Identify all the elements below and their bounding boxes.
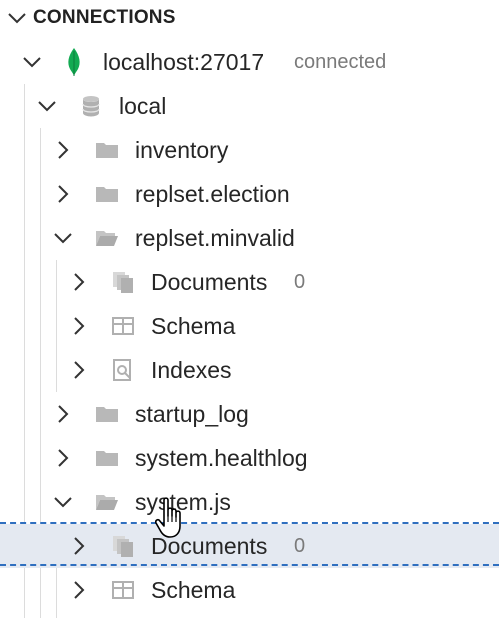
documents-icon <box>113 272 133 293</box>
collection-item-inventory[interactable]: inventory <box>0 128 499 172</box>
database-icon <box>82 96 100 117</box>
collection-name: replset.election <box>135 181 290 207</box>
schema-label: Schema <box>151 313 236 339</box>
folder-icon <box>96 407 118 422</box>
collection-name: startup_log <box>135 401 249 427</box>
connections-section-header[interactable]: CONNECTIONS <box>0 0 499 36</box>
schema-label: Schema <box>151 577 236 603</box>
focus-outline-bottom <box>0 564 499 566</box>
documents-label: Documents <box>151 269 268 295</box>
chevron-down-icon <box>8 13 26 24</box>
folder-icon <box>96 451 118 466</box>
folder-open-icon <box>96 495 118 510</box>
connection-name: localhost:27017 <box>103 49 265 75</box>
indexes-item[interactable]: Indexes <box>0 348 499 392</box>
chevron-right-icon <box>74 273 85 291</box>
chevron-right-icon <box>74 537 85 555</box>
focus-outline-top <box>0 522 499 524</box>
collection-item-replset-election[interactable]: replset.election <box>0 172 499 216</box>
documents-count: 0 <box>294 535 306 557</box>
collection-name: replset.minvalid <box>135 225 295 251</box>
folder-icon <box>96 143 118 158</box>
chevron-right-icon <box>74 317 85 335</box>
section-title: CONNECTIONS <box>33 7 176 28</box>
chevron-down-icon <box>23 57 41 68</box>
mongodb-leaf-icon <box>68 48 80 76</box>
documents-count: 0 <box>294 271 306 293</box>
folder-icon <box>96 187 118 202</box>
hand-cursor-icon <box>155 497 181 538</box>
chevron-right-icon <box>58 449 69 467</box>
collection-item-system-js[interactable]: system.js <box>0 480 499 524</box>
documents-item-selected[interactable]: Documents 0 <box>0 524 499 568</box>
schema-icon <box>112 581 134 599</box>
collection-name: system.healthlog <box>135 445 308 471</box>
chevron-right-icon <box>74 361 85 379</box>
indexes-label: Indexes <box>151 357 232 383</box>
chevron-right-icon <box>58 185 69 203</box>
folder-open-icon <box>96 231 118 246</box>
collection-item-system-healthlog[interactable]: system.healthlog <box>0 436 499 480</box>
chevron-right-icon <box>58 141 69 159</box>
documents-icon <box>113 536 133 557</box>
indexes-icon <box>113 359 131 381</box>
schema-item[interactable]: Schema <box>0 568 499 612</box>
chevron-down-icon <box>38 101 56 112</box>
database-name: local <box>119 93 167 119</box>
chevron-down-icon <box>54 233 72 244</box>
chevron-right-icon <box>74 581 85 599</box>
collection-name: inventory <box>135 137 229 163</box>
schema-icon <box>112 317 134 335</box>
documents-item[interactable]: Documents 0 <box>0 260 499 304</box>
chevron-right-icon <box>58 405 69 423</box>
database-item[interactable]: local <box>0 84 499 128</box>
schema-item[interactable]: Schema <box>0 304 499 348</box>
connection-item[interactable]: localhost:27017 connected <box>0 40 499 84</box>
connection-status: connected <box>294 51 387 73</box>
chevron-down-icon <box>54 497 72 508</box>
collection-item-startup-log[interactable]: startup_log <box>0 392 499 436</box>
collection-item-replset-minvalid[interactable]: replset.minvalid <box>0 216 499 260</box>
